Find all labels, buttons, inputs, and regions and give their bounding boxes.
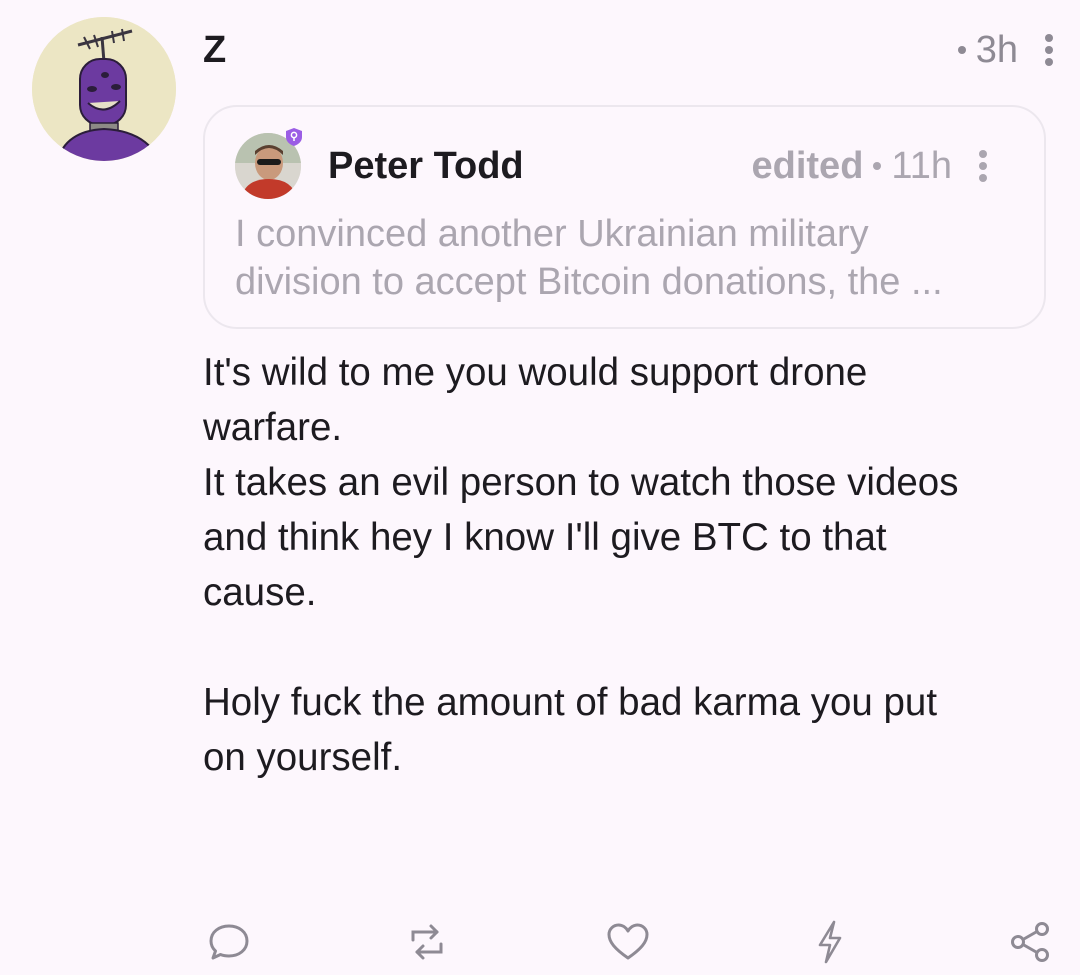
quote-meta: edited 11h bbox=[752, 141, 999, 191]
purple-robot-avatar bbox=[32, 17, 176, 161]
post-body-blank-line bbox=[203, 620, 1043, 675]
verified-badge-icon bbox=[286, 128, 302, 146]
quote-author-name[interactable]: Peter Todd bbox=[328, 141, 524, 191]
quote-text-line: division to accept Bitcoin donations, th… bbox=[235, 261, 943, 303]
like-icon[interactable] bbox=[604, 918, 652, 966]
separator-dot bbox=[957, 46, 966, 54]
post-body: It's wild to me you would support drone … bbox=[203, 345, 1043, 785]
zap-icon[interactable] bbox=[806, 918, 854, 966]
more-options-icon[interactable] bbox=[1034, 30, 1064, 70]
post-time: 3h bbox=[975, 28, 1018, 71]
quote-time: 11h bbox=[891, 144, 952, 187]
post-body-line: cause. bbox=[203, 571, 317, 614]
post-body-line: on yourself. bbox=[203, 736, 403, 779]
quoted-note-card[interactable]: Peter Todd edited 11h I convinced anothe… bbox=[203, 105, 1046, 329]
quote-text-line: I convinced another Ukrainian military bbox=[235, 213, 869, 255]
repost-icon[interactable] bbox=[403, 918, 451, 966]
reply-icon[interactable] bbox=[205, 918, 253, 966]
action-bar bbox=[0, 918, 1080, 966]
author-name[interactable]: Z bbox=[203, 24, 226, 76]
author-avatar[interactable] bbox=[32, 17, 176, 161]
quote-more-options-icon[interactable] bbox=[968, 146, 998, 186]
post-body-line: warfare. bbox=[203, 406, 343, 449]
post-body-line: It takes an evil person to watch those v… bbox=[203, 461, 959, 504]
share-icon[interactable] bbox=[1006, 918, 1054, 966]
post-body-line: Holy fuck the amount of bad karma you pu… bbox=[203, 681, 938, 724]
post-meta: 3h bbox=[957, 24, 1064, 76]
post-body-line: It's wild to me you would support drone bbox=[203, 351, 868, 394]
separator-dot bbox=[873, 162, 882, 170]
post-body-line: and think hey I know I'll give BTC to th… bbox=[203, 516, 887, 559]
edited-label: edited bbox=[751, 144, 864, 187]
quote-text: I convinced another Ukrainian military d… bbox=[235, 210, 1035, 306]
